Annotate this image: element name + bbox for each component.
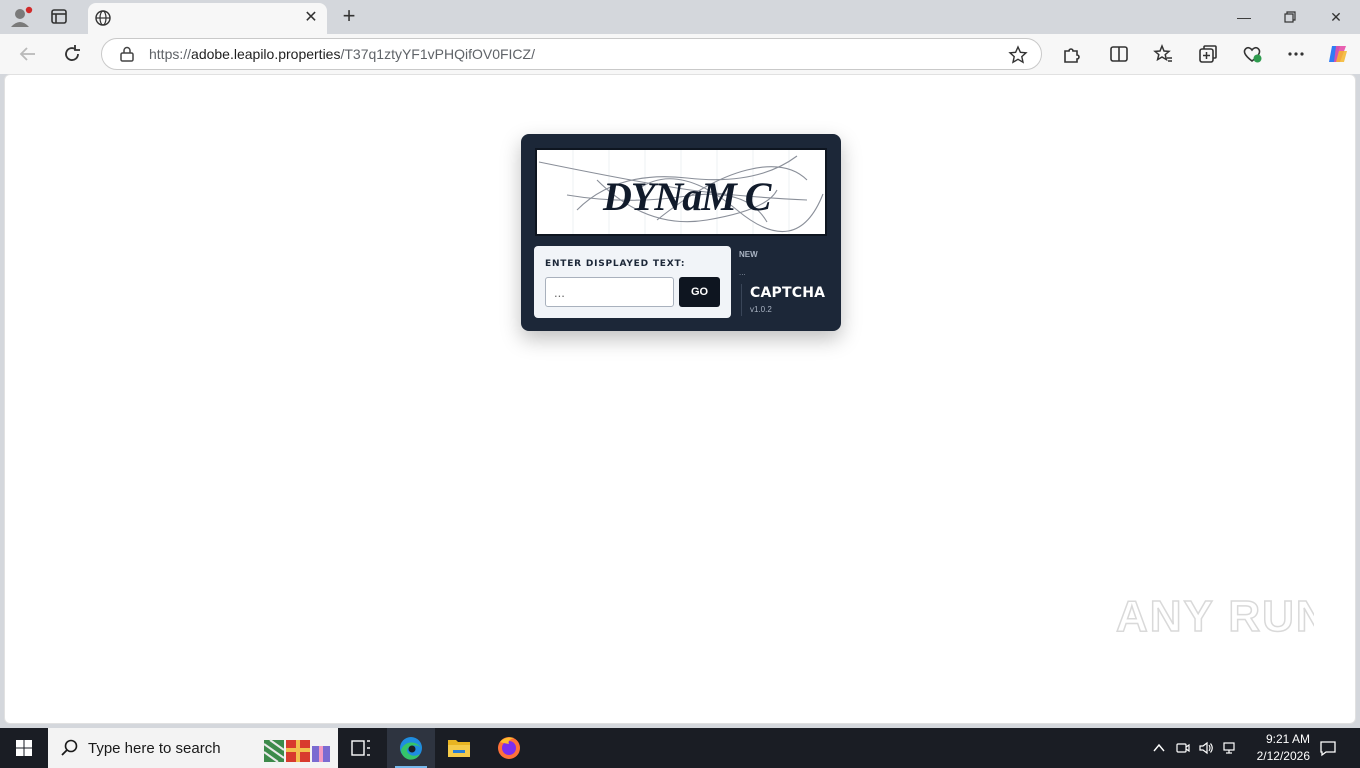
network-icon[interactable] [1222,740,1238,756]
star-icon[interactable] [1008,45,1028,65]
edge-taskbar-icon[interactable] [387,728,435,768]
copilot-icon[interactable] [1326,42,1350,66]
captcha-input[interactable] [545,277,674,307]
captcha-image: DYNaM C [535,148,827,236]
split-screen-icon[interactable] [1107,42,1131,66]
heart-pulse-icon[interactable] [1240,42,1264,66]
url-text[interactable]: https://adobe.leapilo.properties/T37q1zt… [149,46,535,62]
anyrun-watermark: ANY RUN [1114,581,1328,642]
new-tab-button[interactable]: + [338,5,360,28]
captcha-status-text: ... [739,268,746,277]
restore-icon[interactable] [1279,6,1301,28]
lock-icon[interactable] [118,45,136,63]
search-icon [60,738,80,758]
globe-icon [94,9,112,27]
profile-icon[interactable] [9,6,33,28]
close-window-icon[interactable]: ✕ [1325,6,1347,28]
gift-icon [262,734,332,764]
favorites-icon[interactable] [1151,42,1175,66]
notification-icon[interactable] [1318,738,1338,758]
volume-icon[interactable] [1198,740,1214,756]
file-explorer-icon[interactable] [435,728,483,768]
url-path: /T37q1ztyYF1vPHQifOV0FICZ/ [340,46,535,62]
go-button[interactable]: GO [679,277,720,307]
new-captcha-link[interactable]: NEW [739,250,758,259]
firefox-icon[interactable] [485,728,533,768]
chevron-up-icon[interactable] [1151,740,1167,756]
task-view-icon[interactable] [337,728,385,768]
url-scheme: https:// [149,46,192,62]
url-host: adobe.leapilo.properties [191,46,341,62]
address-bar[interactable]: https://adobe.leapilo.properties/T37q1zt… [101,38,1042,70]
meet-now-icon[interactable] [1175,740,1191,756]
collections-icon[interactable] [1196,42,1220,66]
captcha-brand: CAPTCHA [750,285,826,301]
captcha-widget: DYNaM C ENTER DISPLAYED TEXT: GO NEW ...… [521,134,841,331]
clock-time: 9:21 AM [1265,732,1310,746]
search-placeholder: Type here to search [88,740,221,757]
watermark-text: ANY RUN [1116,592,1314,641]
system-clock[interactable]: 9:21 AM 2/12/2026 [1238,731,1310,765]
windows-taskbar: Type here to search 9:21 AM 2/12/2026 [0,728,1360,768]
refresh-icon[interactable] [60,42,84,66]
back-arrow-icon[interactable] [16,42,40,66]
brand-divider [741,284,742,316]
more-icon[interactable] [1284,42,1308,66]
captcha-version: v1.0.2 [750,305,772,314]
minimize-icon[interactable]: — [1233,6,1255,28]
captcha-input-panel: ENTER DISPLAYED TEXT: GO [534,246,731,318]
windows-start-icon[interactable] [0,728,48,768]
tab-close-icon[interactable]: ✕ [302,9,320,27]
tab-strip: ✕ + — ✕ [0,0,1360,34]
browser-tab[interactable]: ✕ [88,3,327,34]
clock-date: 2/12/2026 [1256,749,1310,763]
taskbar-search-box[interactable]: Type here to search [48,728,338,768]
tab-actions-icon[interactable] [50,8,70,26]
input-label: ENTER DISPLAYED TEXT: [545,259,686,269]
browser-toolbar: https://adobe.leapilo.properties/T37q1zt… [0,34,1360,74]
captcha-text: DYNaM C [602,174,773,219]
puzzle-icon[interactable] [1059,42,1083,66]
